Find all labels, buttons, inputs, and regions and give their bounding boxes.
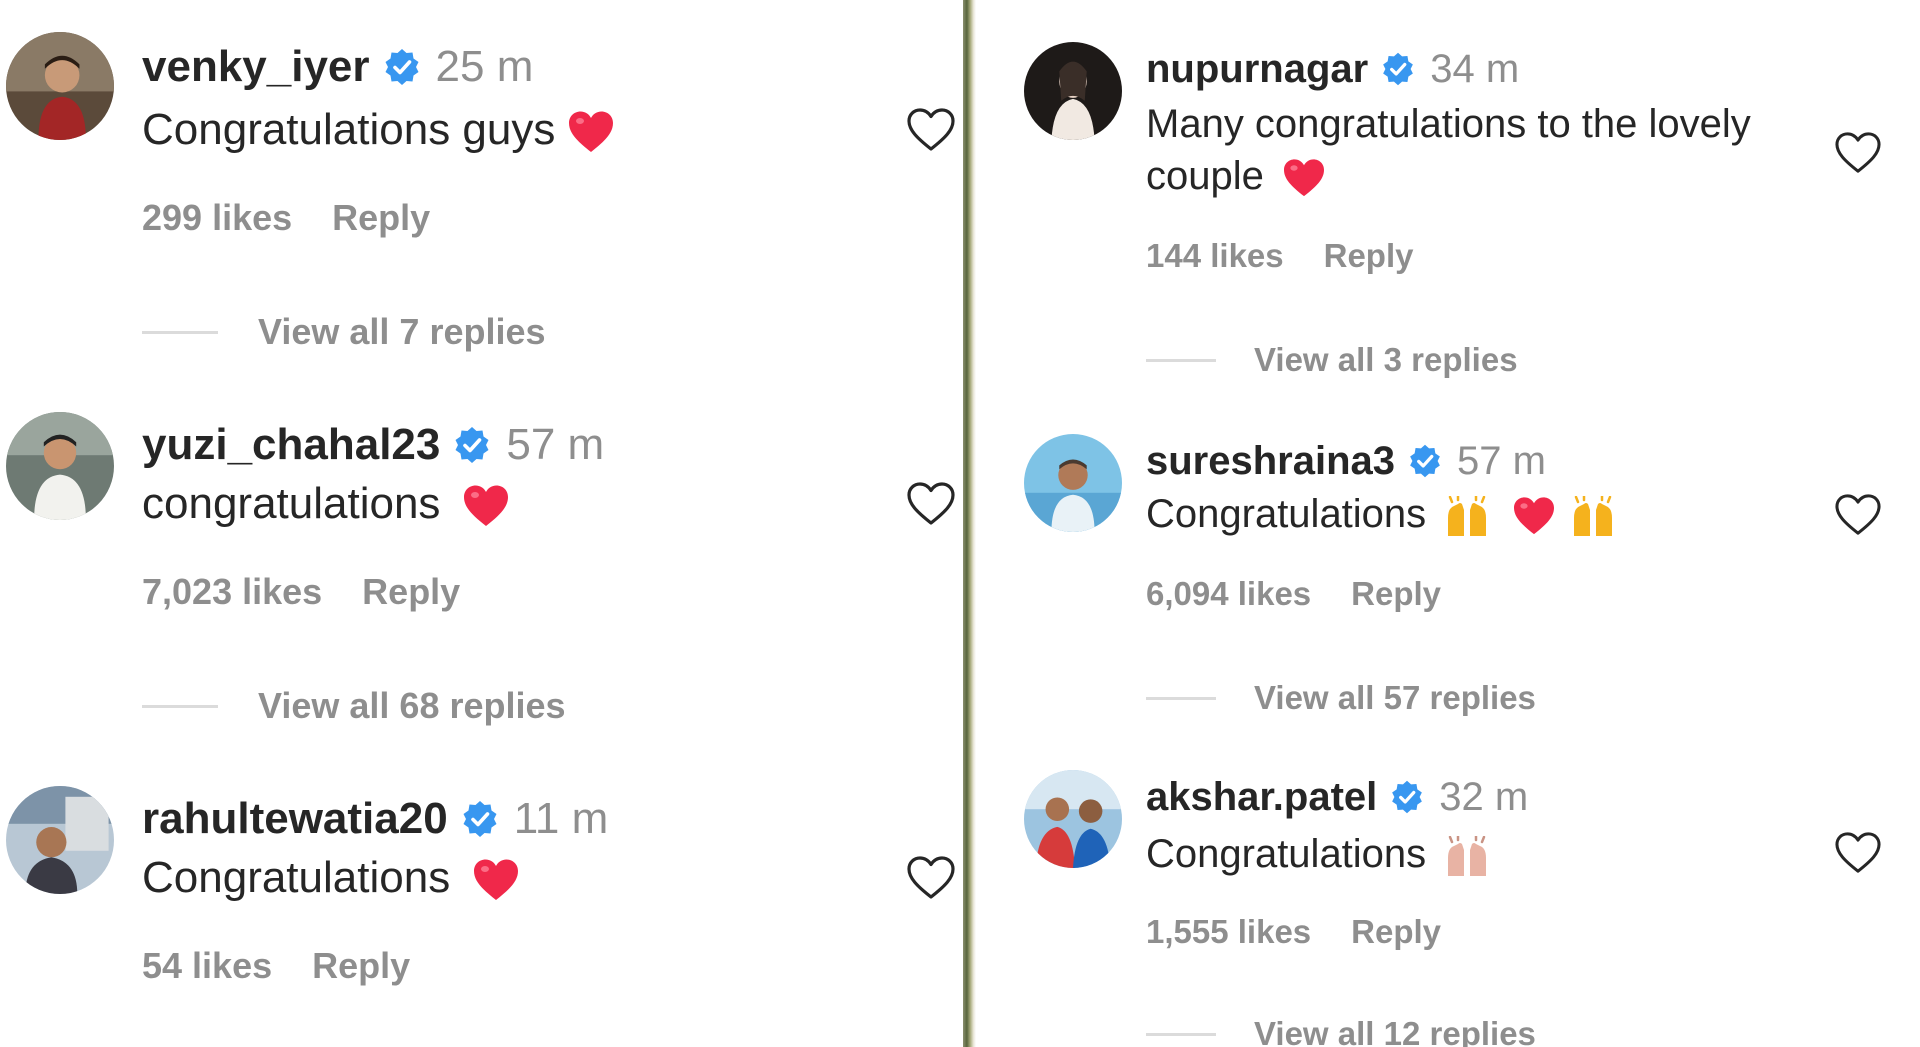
comment-body: Congratulations bbox=[1146, 492, 1427, 536]
likes-count[interactable]: 1,555 likes bbox=[1146, 913, 1311, 951]
red-heart-emoji-icon bbox=[472, 858, 520, 902]
raising-hands-emoji-icon bbox=[1570, 496, 1616, 537]
comments-screenshot: venky_iyer 25 m Congratulations guys 299… bbox=[0, 0, 1920, 1047]
comment-text-line-1: Many congratulations to the lovely bbox=[1146, 98, 1751, 150]
verified-badge-icon bbox=[1407, 443, 1443, 479]
comment-meta: 299 likes Reply bbox=[142, 196, 430, 240]
username[interactable]: rahultewatia20 bbox=[142, 794, 448, 844]
comment-text: Congratulations bbox=[1146, 488, 1616, 540]
verified-badge-icon bbox=[1380, 51, 1416, 87]
comment-time: 11 m bbox=[513, 794, 609, 843]
likes-count[interactable]: 54 likes bbox=[142, 945, 272, 987]
comment-header: nupurnagar 34 m bbox=[1146, 44, 1519, 94]
comment-time: 34 m bbox=[1430, 46, 1520, 91]
view-replies-label: View all 12 replies bbox=[1254, 1015, 1536, 1047]
comment-time: 57 m bbox=[1457, 438, 1546, 483]
reply-button[interactable]: Reply bbox=[312, 945, 410, 987]
comment-body: Congratulations bbox=[1146, 832, 1427, 876]
username[interactable]: sureshraina3 bbox=[1146, 439, 1395, 484]
comment-time: 57 m bbox=[506, 420, 605, 469]
verified-badge-icon bbox=[460, 799, 500, 839]
view-replies-label: View all 7 replies bbox=[258, 311, 546, 352]
view-replies-button[interactable]: View all 12 replies bbox=[1146, 1014, 1536, 1047]
comment-body: Congratulations bbox=[142, 853, 451, 902]
comment-header: akshar.patel 32 m bbox=[1146, 772, 1528, 822]
comment-body: Many congratulations to the lovely bbox=[1146, 102, 1751, 146]
raising-hands-light-emoji-icon bbox=[1444, 836, 1490, 877]
view-replies-label: View all 3 replies bbox=[1254, 341, 1518, 378]
verified-badge-icon bbox=[382, 47, 422, 87]
comment-body: congratulations bbox=[142, 479, 441, 528]
replies-divider bbox=[1146, 1032, 1216, 1036]
comment-meta: 54 likes Reply bbox=[142, 944, 410, 988]
likes-count[interactable]: 144 likes bbox=[1146, 237, 1284, 275]
comment-text: Congratulations guys bbox=[142, 100, 615, 160]
view-replies-button[interactable]: View all 3 replies bbox=[1146, 340, 1518, 380]
like-heart-icon[interactable] bbox=[1834, 131, 1882, 175]
red-heart-emoji-icon bbox=[567, 110, 615, 154]
comment-meta: 7,023 likes Reply bbox=[142, 570, 460, 614]
likes-count[interactable]: 299 likes bbox=[142, 197, 292, 239]
like-heart-icon[interactable] bbox=[906, 481, 956, 527]
comment-meta: 144 likes Reply bbox=[1146, 236, 1414, 276]
comment-text: Congratulations bbox=[1146, 828, 1490, 880]
raising-hands-emoji-icon bbox=[1444, 496, 1490, 537]
reply-button[interactable]: Reply bbox=[1351, 913, 1441, 951]
like-heart-icon[interactable] bbox=[1834, 831, 1882, 875]
comment-text-line-2: couple bbox=[1146, 150, 1326, 202]
replies-divider bbox=[142, 704, 218, 708]
like-heart-icon[interactable] bbox=[906, 855, 956, 901]
comment-text: congratulations bbox=[142, 474, 510, 534]
view-replies-button[interactable]: View all 57 replies bbox=[1146, 678, 1536, 718]
like-heart-icon[interactable] bbox=[906, 107, 956, 153]
reply-button[interactable]: Reply bbox=[362, 571, 460, 613]
avatar[interactable] bbox=[1024, 770, 1122, 868]
replies-divider bbox=[1146, 358, 1216, 362]
avatar[interactable] bbox=[1024, 434, 1122, 532]
red-heart-emoji-icon bbox=[1282, 158, 1326, 198]
view-replies-button[interactable]: View all 68 replies bbox=[142, 684, 566, 728]
avatar[interactable] bbox=[6, 786, 114, 894]
panel-divider bbox=[963, 0, 976, 1047]
likes-count[interactable]: 6,094 likes bbox=[1146, 575, 1311, 613]
comment-body: Congratulations guys bbox=[142, 105, 556, 154]
comment-meta: 6,094 likes Reply bbox=[1146, 574, 1441, 614]
reply-button[interactable]: Reply bbox=[1324, 237, 1414, 275]
username[interactable]: yuzi_chahal23 bbox=[142, 420, 440, 470]
comment-text: Congratulations bbox=[142, 848, 520, 908]
red-heart-emoji-icon bbox=[462, 484, 510, 528]
view-replies-button[interactable]: View all 7 replies bbox=[142, 310, 546, 354]
verified-badge-icon bbox=[1389, 779, 1425, 815]
comment-time: 32 m bbox=[1439, 774, 1529, 819]
username[interactable]: venky_iyer bbox=[142, 42, 370, 92]
reply-button[interactable]: Reply bbox=[332, 197, 430, 239]
username[interactable]: nupurnagar bbox=[1146, 47, 1368, 92]
comment-header: yuzi_chahal23 57 m bbox=[142, 418, 604, 472]
likes-count[interactable]: 7,023 likes bbox=[142, 571, 322, 613]
comment-header: rahultewatia20 11 m bbox=[142, 792, 608, 846]
comment-header: sureshraina3 57 m bbox=[1146, 436, 1546, 486]
left-comments-panel: venky_iyer 25 m Congratulations guys 299… bbox=[0, 0, 963, 1047]
avatar[interactable] bbox=[6, 412, 114, 520]
avatar[interactable] bbox=[6, 32, 114, 140]
comment-time: 25 m bbox=[435, 42, 534, 91]
right-comments-panel: nupurnagar 34 m Many congratulations to … bbox=[976, 0, 1920, 1047]
comment-meta: 1,555 likes Reply bbox=[1146, 912, 1441, 952]
comment-header: venky_iyer 25 m bbox=[142, 40, 533, 94]
replies-divider bbox=[1146, 696, 1216, 700]
username[interactable]: akshar.patel bbox=[1146, 775, 1377, 820]
verified-badge-icon bbox=[452, 425, 492, 465]
avatar[interactable] bbox=[1024, 42, 1122, 140]
like-heart-icon[interactable] bbox=[1834, 493, 1882, 537]
replies-divider bbox=[142, 330, 218, 334]
comment-body: couple bbox=[1146, 154, 1264, 198]
red-heart-emoji-icon bbox=[1512, 496, 1556, 536]
view-replies-label: View all 68 replies bbox=[258, 685, 566, 726]
view-replies-label: View all 57 replies bbox=[1254, 679, 1536, 716]
reply-button[interactable]: Reply bbox=[1351, 575, 1441, 613]
